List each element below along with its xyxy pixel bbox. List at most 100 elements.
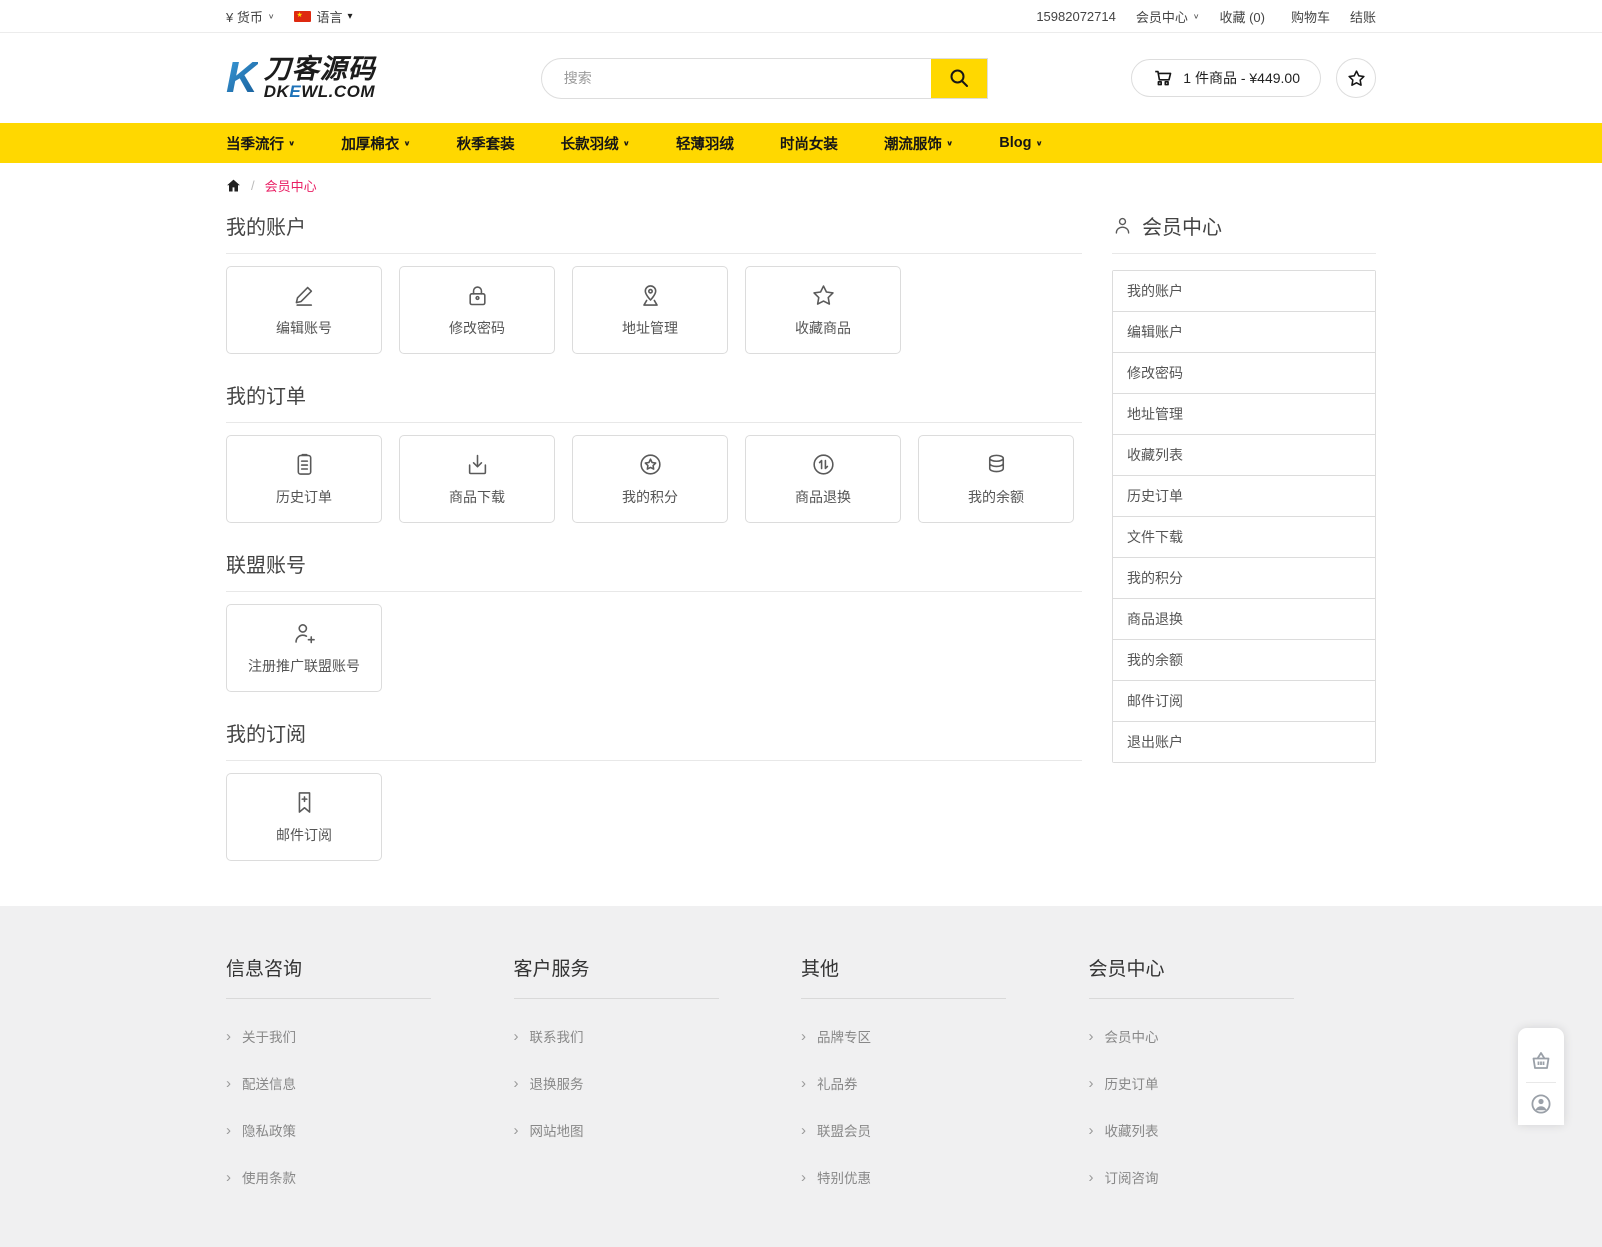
language-selector[interactable]: ★ 语言 ▾	[294, 7, 352, 26]
card-order-history[interactable]: 历史订单	[226, 435, 382, 523]
card-favorite-products[interactable]: 收藏商品	[745, 266, 901, 354]
footer-link-wishlist[interactable]: ›收藏列表	[1089, 1120, 1377, 1140]
basket-icon	[1529, 1049, 1553, 1073]
chevron-right-icon: ›	[1089, 1029, 1094, 1044]
card-product-downloads[interactable]: 商品下载	[399, 435, 555, 523]
chevron-right-icon: ›	[801, 1076, 806, 1091]
chevron-down-icon: ∨	[288, 139, 295, 148]
member-center-link[interactable]: 会员中心 ∨	[1136, 7, 1200, 26]
footer-link-brand-zone[interactable]: ›品牌专区	[801, 1026, 1089, 1046]
chevron-down-icon: ∨	[946, 139, 953, 148]
checkout-link[interactable]: 结账	[1350, 7, 1376, 26]
chevron-down-icon: ∨	[1035, 139, 1042, 148]
cart-summary-button[interactable]: 1 件商品 - ¥449.00	[1131, 59, 1321, 97]
sidebar-item-logout[interactable]: 退出账户	[1113, 722, 1375, 762]
sidebar-item-file-downloads[interactable]: 文件下载	[1113, 517, 1375, 558]
chevron-right-icon: ›	[226, 1170, 231, 1185]
user-plus-icon	[291, 620, 318, 647]
card-address-management[interactable]: 地址管理	[572, 266, 728, 354]
footer-link-member-center[interactable]: ›会员中心	[1089, 1026, 1377, 1046]
section-title-my-orders: 我的订单	[226, 380, 1082, 423]
footer-link-privacy-policy[interactable]: ›隐私政策	[226, 1120, 514, 1140]
home-icon	[226, 178, 241, 193]
nav-item-long-down[interactable]: 长款羽绒∨	[561, 133, 630, 154]
sidebar-item-my-account[interactable]: 我的账户	[1113, 271, 1375, 312]
footer-link-sitemap[interactable]: ›网站地图	[514, 1120, 802, 1140]
nav-item-seasonal[interactable]: 当季流行∨	[226, 133, 295, 154]
footer-link-order-history[interactable]: ›历史订单	[1089, 1073, 1377, 1093]
section-title-my-account: 我的账户	[226, 211, 1082, 254]
site-logo[interactable]: K 刀客源码 DKEWL.COM	[226, 55, 376, 101]
sidebar-header: 会员中心	[1112, 205, 1376, 254]
section-title-affiliate: 联盟账号	[226, 549, 1082, 592]
footer-link-delivery-info[interactable]: ›配送信息	[226, 1073, 514, 1093]
search-button[interactable]	[931, 59, 987, 98]
footer-link-affiliate-members[interactable]: ›联盟会员	[801, 1120, 1089, 1140]
footer-link-special-offers[interactable]: ›特别优惠	[801, 1167, 1089, 1187]
footer-col-other: 其他 ›品牌专区 ›礼品券 ›联盟会员 ›特别优惠	[801, 954, 1089, 1187]
footer-link-gift-vouchers[interactable]: ›礼品券	[801, 1073, 1089, 1093]
cart-link[interactable]: 购物车	[1291, 7, 1330, 26]
footer-link-contact-us[interactable]: ›联系我们	[514, 1026, 802, 1046]
coins-icon	[983, 451, 1010, 478]
footer-col-title: 客户服务	[514, 954, 802, 981]
chevron-right-icon: ›	[1089, 1076, 1094, 1091]
download-icon	[464, 451, 491, 478]
nav-item-blog[interactable]: Blog∨	[999, 135, 1043, 151]
chevron-down-icon: ∨	[403, 139, 410, 148]
wishlist-button[interactable]	[1336, 58, 1376, 98]
card-change-password[interactable]: 修改密码	[399, 266, 555, 354]
floating-account-button[interactable]	[1518, 1083, 1564, 1125]
nav-item-trendy-apparel[interactable]: 潮流服饰∨	[884, 133, 953, 154]
sidebar-item-order-history[interactable]: 历史订单	[1113, 476, 1375, 517]
star-icon	[1346, 68, 1367, 89]
breadcrumb-separator: /	[251, 178, 255, 193]
language-label: 语言	[316, 7, 342, 26]
footer-link-terms-of-use[interactable]: ›使用条款	[226, 1167, 514, 1187]
chevron-right-icon: ›	[801, 1029, 806, 1044]
footer-col-information: 信息咨询 ›关于我们 ›配送信息 ›隐私政策 ›使用条款	[226, 954, 514, 1187]
topbar: ¥ 货币 ∨ ★ 语言 ▾ 15982072714 会员中心 ∨ 收藏 (0) …	[0, 0, 1602, 33]
card-my-points[interactable]: 我的积分	[572, 435, 728, 523]
sidebar-item-my-points[interactable]: 我的积分	[1113, 558, 1375, 599]
card-edit-account[interactable]: 编辑账号	[226, 266, 382, 354]
sidebar-item-product-returns[interactable]: 商品退换	[1113, 599, 1375, 640]
floating-basket-button[interactable]	[1518, 1040, 1564, 1082]
card-my-balance[interactable]: 我的余额	[918, 435, 1074, 523]
phone-number: 15982072714	[1036, 9, 1116, 24]
search-input[interactable]	[542, 59, 931, 98]
footer-link-subscription-inquiry[interactable]: ›订阅咨询	[1089, 1167, 1377, 1187]
currency-label: ¥ 货币	[226, 7, 263, 26]
sidebar-item-my-balance[interactable]: 我的余额	[1113, 640, 1375, 681]
card-register-affiliate[interactable]: 注册推广联盟账号	[226, 604, 382, 692]
sidebar-item-wishlist[interactable]: 收藏列表	[1113, 435, 1375, 476]
chevron-right-icon: ›	[226, 1029, 231, 1044]
nav-item-womens-fashion[interactable]: 时尚女装	[780, 133, 838, 154]
card-product-returns[interactable]: 商品退换	[745, 435, 901, 523]
member-sidebar: 会员中心 我的账户 编辑账户 修改密码 地址管理 收藏列表 历史订单 文件下载 …	[1112, 205, 1376, 861]
nav-item-autumn-sets[interactable]: 秋季套装	[457, 133, 515, 154]
breadcrumb: / 会员中心	[226, 163, 1376, 205]
footer-link-returns-service[interactable]: ›退换服务	[514, 1073, 802, 1093]
search-icon	[947, 66, 971, 90]
sidebar-item-edit-account[interactable]: 编辑账户	[1113, 312, 1375, 353]
nav-item-light-down[interactable]: 轻薄羽绒	[676, 133, 734, 154]
footer-col-title: 其他	[801, 954, 1089, 981]
chevron-down-icon: ∨	[623, 139, 630, 148]
china-flag-icon: ★	[294, 11, 311, 22]
sidebar-item-change-password[interactable]: 修改密码	[1113, 353, 1375, 394]
chevron-right-icon: ›	[514, 1076, 519, 1091]
sidebar-item-address-management[interactable]: 地址管理	[1113, 394, 1375, 435]
footer-link-about-us[interactable]: ›关于我们	[226, 1026, 514, 1046]
cart-summary-text: 1 件商品 - ¥449.00	[1183, 68, 1300, 88]
chevron-right-icon: ›	[1089, 1170, 1094, 1185]
currency-selector[interactable]: ¥ 货币 ∨	[226, 7, 274, 26]
card-email-subscription[interactable]: 邮件订阅	[226, 773, 382, 861]
cart-icon	[1152, 67, 1174, 89]
sidebar-item-email-subscription[interactable]: 邮件订阅	[1113, 681, 1375, 722]
home-link[interactable]	[226, 178, 241, 193]
nav-item-padded-coats[interactable]: 加厚棉衣∨	[341, 133, 410, 154]
breadcrumb-current[interactable]: 会员中心	[265, 176, 317, 195]
caret-down-icon: ▾	[347, 11, 352, 22]
favorites-link[interactable]: 收藏 (0)	[1219, 7, 1265, 26]
